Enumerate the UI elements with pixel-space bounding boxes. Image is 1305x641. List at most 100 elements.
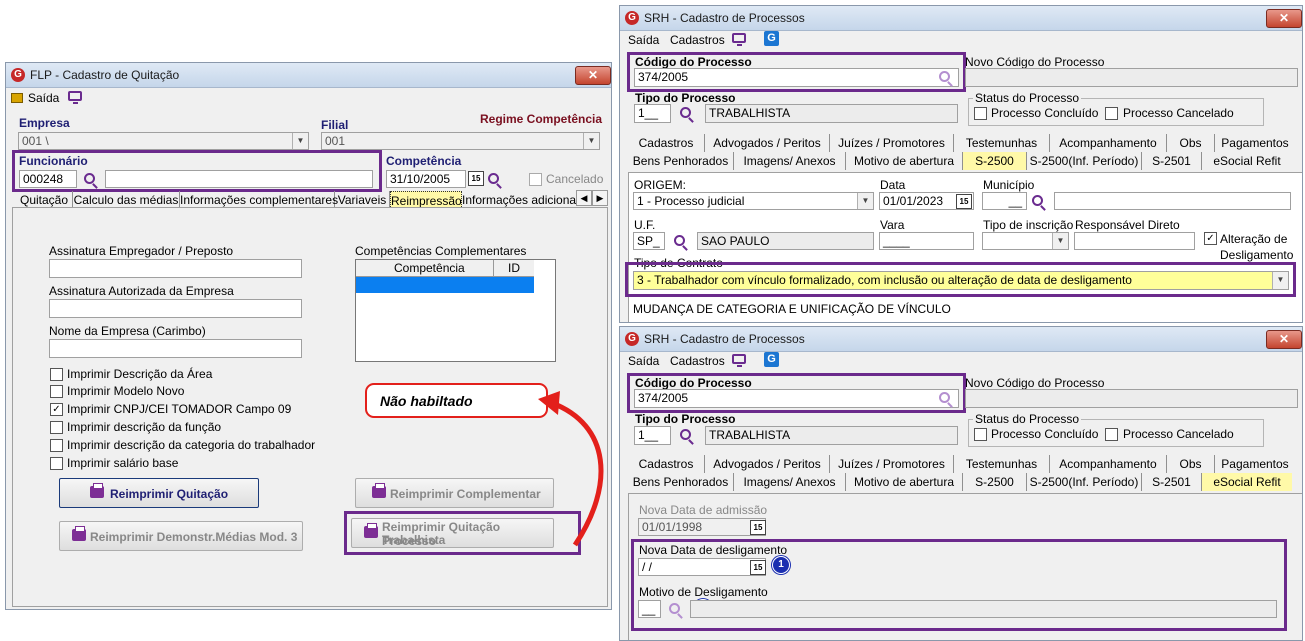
competencias-grid[interactable]: Competência ID xyxy=(355,259,556,362)
checkbox-cnpj-tomador[interactable]: ✓ xyxy=(50,403,63,416)
monitor-icon[interactable] xyxy=(732,354,746,367)
municipio-code[interactable]: __ xyxy=(982,192,1027,210)
esocial-g-icon[interactable]: G xyxy=(764,352,779,367)
reimprimir-demonstr-button[interactable]: Reimprimir Demonstr.Médias Mod. 3 xyxy=(59,521,303,551)
chevron-down-icon[interactable]: ▼ xyxy=(1052,233,1068,249)
tab-bens-penhorados[interactable]: Bens Penhorados xyxy=(628,152,734,170)
tab-advogados-peritos[interactable]: Advogados / Peritos xyxy=(705,455,830,473)
origem-select[interactable]: 1 - Processo judicial ▼ xyxy=(633,192,874,210)
tab-s2500[interactable]: S-2500 xyxy=(963,473,1027,491)
chevron-down-icon[interactable]: ▼ xyxy=(292,133,308,149)
tab-s2500-inf-periodo[interactable]: S-2500(Inf. Período) xyxy=(1027,152,1142,170)
reimprimir-complementar-button[interactable]: Reimprimir Complementar xyxy=(355,478,554,508)
tab-testemunhas[interactable]: Testemunhas xyxy=(954,134,1050,152)
search-icon[interactable] xyxy=(680,107,691,118)
menu-saida[interactable]: Saída xyxy=(628,354,659,368)
chevron-down-icon[interactable]: ▼ xyxy=(583,133,599,149)
tab-motivo-abertura[interactable]: Motivo de abertura xyxy=(846,473,963,491)
calendar-icon[interactable]: 15 xyxy=(956,194,972,209)
tab-s2501[interactable]: S-2501 xyxy=(1142,473,1202,491)
status-label: Status do Processo xyxy=(973,412,1082,426)
tipo-processo-code[interactable]: 1__ xyxy=(634,426,671,445)
tipo-processo-code[interactable]: 1__ xyxy=(634,104,671,123)
processo-cancelado-checkbox[interactable] xyxy=(1105,428,1118,441)
filial-select[interactable]: 001 ▼ xyxy=(321,132,600,150)
monitor-icon[interactable] xyxy=(732,33,746,46)
tab-imagens-anexos[interactable]: Imagens/ Anexos xyxy=(734,473,846,491)
tab-scroll-left-icon[interactable]: ◀ xyxy=(576,190,592,206)
checkbox-descricao-categoria[interactable] xyxy=(50,439,63,452)
tab-obs[interactable]: Obs xyxy=(1167,455,1215,473)
novo-codigo-field[interactable] xyxy=(965,68,1298,87)
processo-concluido-checkbox[interactable] xyxy=(974,107,987,120)
reimprimir-quitacao-button[interactable]: Reimprimir Quitação xyxy=(59,478,259,508)
processo-cancelado-checkbox[interactable] xyxy=(1105,107,1118,120)
tab-imagens-anexos[interactable]: Imagens/ Anexos xyxy=(734,152,846,170)
nome-empresa-field[interactable] xyxy=(49,339,302,358)
empresa-select[interactable]: 001 \ ▼ xyxy=(18,132,309,150)
cancelado-checkbox[interactable] xyxy=(529,173,542,186)
assinatura-empregador-field[interactable] xyxy=(49,259,302,278)
menu-cadastros[interactable]: Cadastros xyxy=(670,354,725,368)
tab-acompanhamento[interactable]: Acompanhamento xyxy=(1050,455,1167,473)
tab-motivo-abertura[interactable]: Motivo de abertura xyxy=(846,152,963,170)
monitor-icon[interactable] xyxy=(68,91,82,104)
tab-cadastros[interactable]: Cadastros xyxy=(628,134,705,152)
grid-row-selected[interactable] xyxy=(356,277,534,293)
checkbox-salario-base[interactable] xyxy=(50,457,63,470)
search-icon[interactable] xyxy=(680,429,691,440)
nome-empresa-label: Nome da Empresa (Carimbo) xyxy=(49,324,206,338)
tab-s2501[interactable]: S-2501 xyxy=(1142,152,1202,170)
tab-juizes-promotores[interactable]: Juízes / Promotores xyxy=(830,134,954,152)
srh-tabs-row2: Bens Penhorados Imagens/ Anexos Motivo d… xyxy=(628,152,1301,170)
checkbox-descricao-area[interactable] xyxy=(50,368,63,381)
check-label: Imprimir descrição da categoria do traba… xyxy=(67,438,316,452)
tipo-processo-label: Tipo do Processo xyxy=(635,91,736,105)
tab-pagamentos[interactable]: Pagamentos xyxy=(1215,134,1295,152)
close-button[interactable]: ✕ xyxy=(1266,330,1302,349)
grid-col-id[interactable]: ID xyxy=(508,261,520,275)
search-icon[interactable] xyxy=(1032,195,1043,206)
tab-testemunhas[interactable]: Testemunhas xyxy=(954,455,1050,473)
tab-s2500[interactable]: S-2500 xyxy=(963,152,1027,170)
alteracao-desligamento-checkbox[interactable]: ✓ xyxy=(1204,232,1217,245)
calendar-icon[interactable]: 15 xyxy=(750,520,766,535)
tab-pagamentos[interactable]: Pagamentos xyxy=(1215,455,1295,473)
tipo-processo-name: TRABALHISTA xyxy=(705,426,958,445)
vara-field[interactable]: ____ xyxy=(879,232,974,250)
tab-obs[interactable]: Obs xyxy=(1167,134,1215,152)
nova-admissao-field[interactable]: 01/01/1998 xyxy=(638,518,766,536)
tab-bens-penhorados[interactable]: Bens Penhorados xyxy=(628,473,734,491)
tab-juizes-promotores[interactable]: Juízes / Promotores xyxy=(830,455,954,473)
tipo-inscricao-select[interactable]: ▼ xyxy=(982,232,1069,250)
filial-label: Filial xyxy=(321,118,349,132)
search-icon[interactable] xyxy=(488,173,499,184)
menu-saida[interactable]: Saída xyxy=(28,91,59,105)
tab-acompanhamento[interactable]: Acompanhamento xyxy=(1050,134,1167,152)
close-button[interactable]: ✕ xyxy=(1266,9,1302,28)
tab-cadastros[interactable]: Cadastros xyxy=(628,455,705,473)
menu-saida[interactable]: Saída xyxy=(628,33,659,47)
responsavel-field[interactable] xyxy=(1074,232,1195,250)
assinatura-autorizada-field[interactable] xyxy=(49,299,302,318)
close-button[interactable]: ✕ xyxy=(575,66,611,85)
esocial-g-icon[interactable]: G xyxy=(764,31,779,46)
grid-col-competencia[interactable]: Competência xyxy=(394,261,465,275)
uf-field[interactable]: SP_ xyxy=(633,232,665,250)
calendar-icon[interactable]: 15 xyxy=(468,171,484,186)
processo-concluido-checkbox[interactable] xyxy=(974,428,987,441)
novo-codigo-field[interactable] xyxy=(965,389,1298,408)
tab-s2500-inf-periodo[interactable]: S-2500(Inf. Período) xyxy=(1027,473,1142,491)
menu-cadastros[interactable]: Cadastros xyxy=(670,33,725,47)
printer-icon xyxy=(90,483,104,498)
alteracao-label-1: Alteração de xyxy=(1220,232,1288,246)
checkbox-descricao-funcao[interactable] xyxy=(50,421,63,434)
checkbox-modelo-novo[interactable] xyxy=(50,385,63,398)
competencia-field[interactable]: 31/10/2005 xyxy=(386,170,466,188)
tab-advogados-peritos[interactable]: Advogados / Peritos xyxy=(705,134,830,152)
search-icon[interactable] xyxy=(674,235,685,246)
chevron-down-icon[interactable]: ▼ xyxy=(857,193,873,209)
tab-esocial-refit[interactable]: eSocial Refit xyxy=(1202,473,1292,491)
tab-esocial-refit[interactable]: eSocial Refit xyxy=(1202,152,1292,170)
tab-scroll-right-icon[interactable]: ▶ xyxy=(592,190,608,206)
